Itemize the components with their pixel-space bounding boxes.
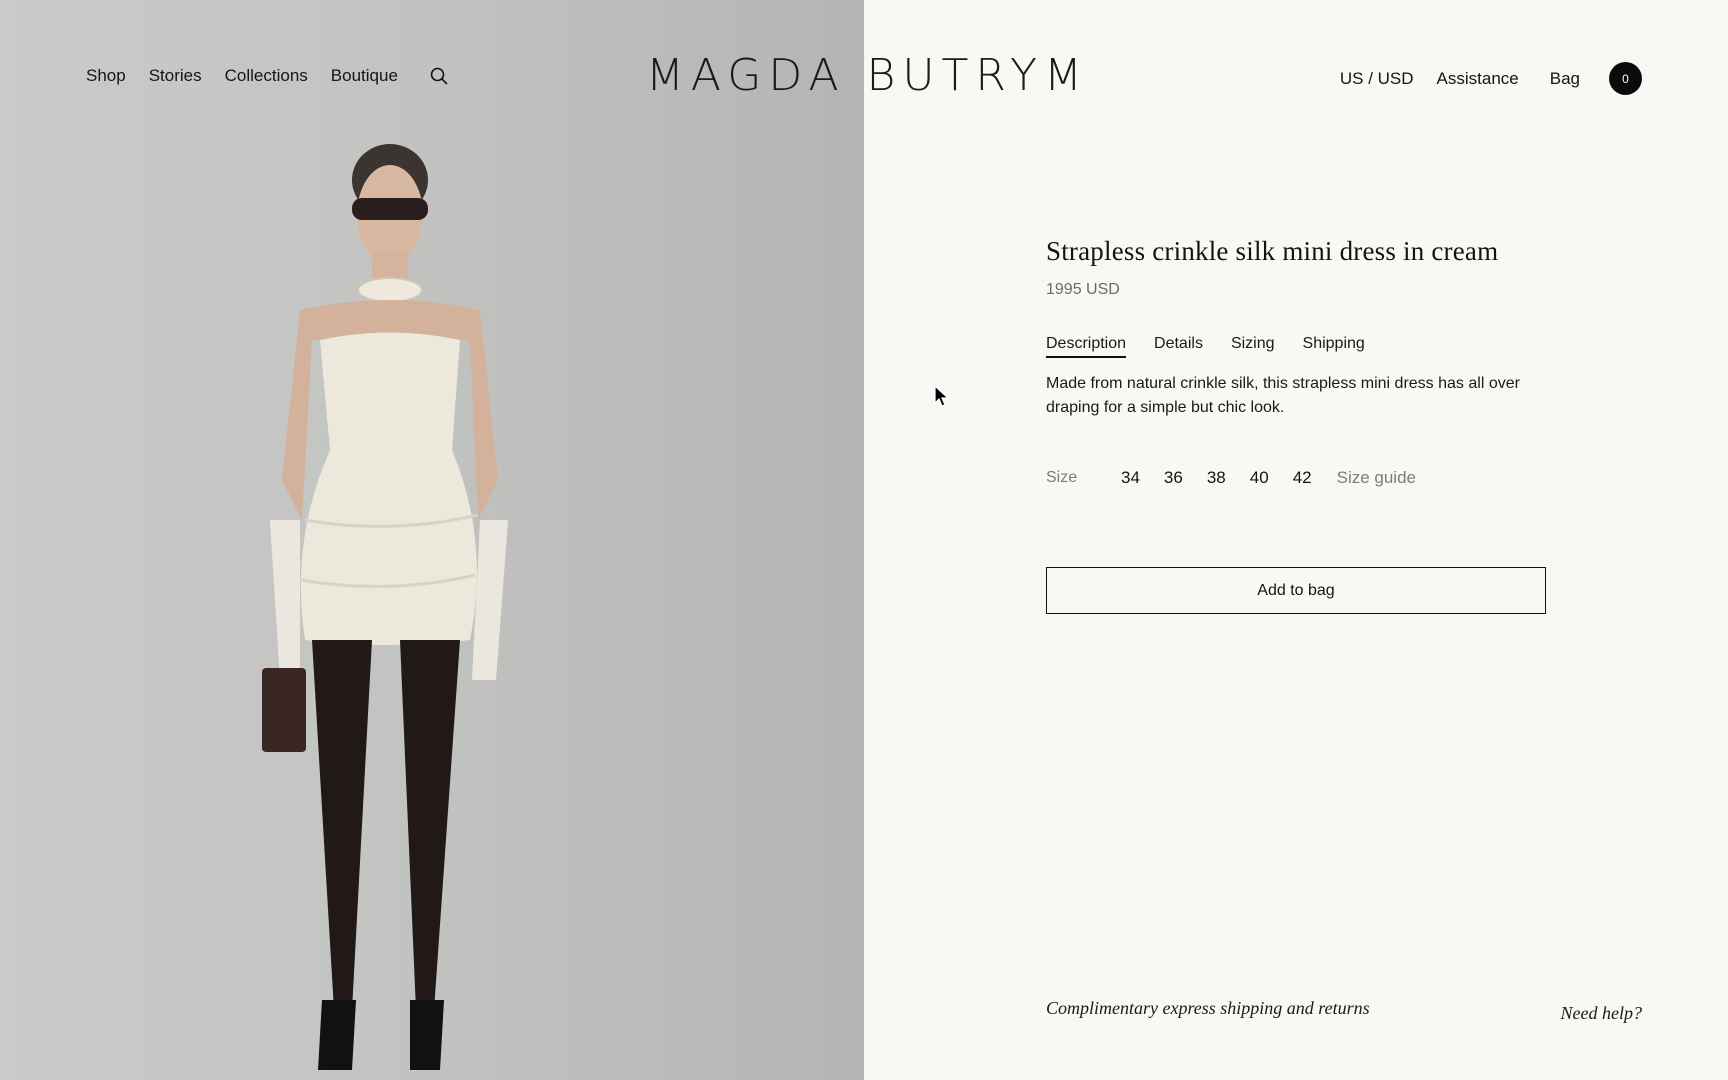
main-nav: Shop Stories Collections Boutique — [86, 66, 449, 86]
right-leg — [400, 640, 460, 1010]
bag-count-badge[interactable]: 0 — [1609, 62, 1642, 95]
tab-sizing[interactable]: Sizing — [1231, 335, 1275, 358]
right-shoe — [410, 1000, 444, 1070]
need-help-link[interactable]: Need help? — [1561, 1003, 1642, 1024]
tab-details[interactable]: Details — [1154, 335, 1203, 358]
necklace — [357, 277, 423, 303]
size-option-36[interactable]: 36 — [1164, 468, 1183, 488]
utility-nav: US / USD Assistance Bag 0 — [1340, 62, 1642, 95]
add-to-bag-button[interactable]: Add to bag — [1046, 567, 1546, 614]
product-title: Strapless crinkle silk mini dress in cre… — [1046, 236, 1499, 266]
region-currency-selector[interactable]: US / USD — [1340, 69, 1414, 89]
size-option-42[interactable]: 42 — [1293, 468, 1312, 488]
product-description: Made from natural crinkle silk, this str… — [1046, 375, 1520, 416]
product-info-panel — [864, 0, 1728, 1080]
bag-link[interactable]: Bag — [1550, 69, 1580, 89]
left-leg — [312, 640, 372, 1010]
brand-logo[interactable]: MAGDA BUTRYM — [639, 50, 1089, 101]
size-option-40[interactable]: 40 — [1250, 468, 1269, 488]
product-price: 1995 USD — [1046, 281, 1120, 298]
nav-collections[interactable]: Collections — [225, 66, 308, 86]
product-tabs: Description Details Sizing Shipping — [1046, 335, 1546, 358]
sunglasses — [352, 198, 428, 220]
assistance-link[interactable]: Assistance — [1437, 69, 1519, 89]
cream-dress — [300, 332, 477, 645]
size-label: Size — [1046, 469, 1078, 486]
mouse-pointer-icon — [934, 385, 950, 407]
handbag — [262, 668, 306, 752]
size-option-34[interactable]: 34 — [1121, 468, 1140, 488]
size-guide-link[interactable]: Size guide — [1337, 468, 1416, 488]
shipping-note: Complimentary express shipping and retur… — [1046, 998, 1370, 1018]
nav-stories[interactable]: Stories — [149, 66, 202, 86]
size-option-38[interactable]: 38 — [1207, 468, 1226, 488]
right-glove — [472, 520, 508, 680]
nav-boutique[interactable]: Boutique — [331, 66, 398, 86]
left-shoe — [318, 1000, 356, 1070]
model-illustration — [262, 144, 508, 1070]
product-hero-image — [0, 0, 864, 1080]
tab-shipping[interactable]: Shipping — [1303, 335, 1365, 358]
product-details: Strapless crinkle silk mini dress in cre… — [1046, 236, 1546, 488]
nav-shop[interactable]: Shop — [86, 66, 126, 86]
left-glove — [270, 520, 300, 680]
search-icon[interactable] — [429, 66, 449, 86]
tab-description[interactable]: Description — [1046, 335, 1127, 358]
size-selector: Size 34 36 38 40 42 Size guide — [1046, 468, 1546, 488]
